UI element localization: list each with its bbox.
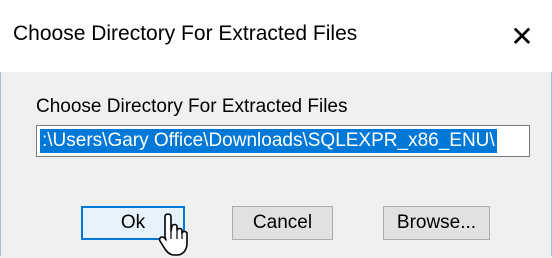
window-title: Choose Directory For Extracted Files [13, 22, 358, 45]
browse-button[interactable]: Browse... [383, 206, 490, 240]
ok-button[interactable]: Ok [81, 206, 185, 240]
directory-path-value: :\Users\Gary Office\Downloads\SQLEXPR_x8… [40, 129, 497, 153]
cancel-button[interactable]: Cancel [232, 206, 333, 240]
directory-path-input[interactable]: :\Users\Gary Office\Downloads\SQLEXPR_x8… [36, 125, 530, 157]
directory-prompt-label: Choose Directory For Extracted Files [36, 96, 348, 117]
close-icon: ✕ [510, 20, 534, 52]
title-bar[interactable]: Choose Directory For Extracted Files ✕ [0, 0, 552, 72]
close-button[interactable]: ✕ [492, 0, 552, 72]
choose-directory-dialog: Choose Directory For Extracted Files ✕ C… [0, 0, 552, 256]
